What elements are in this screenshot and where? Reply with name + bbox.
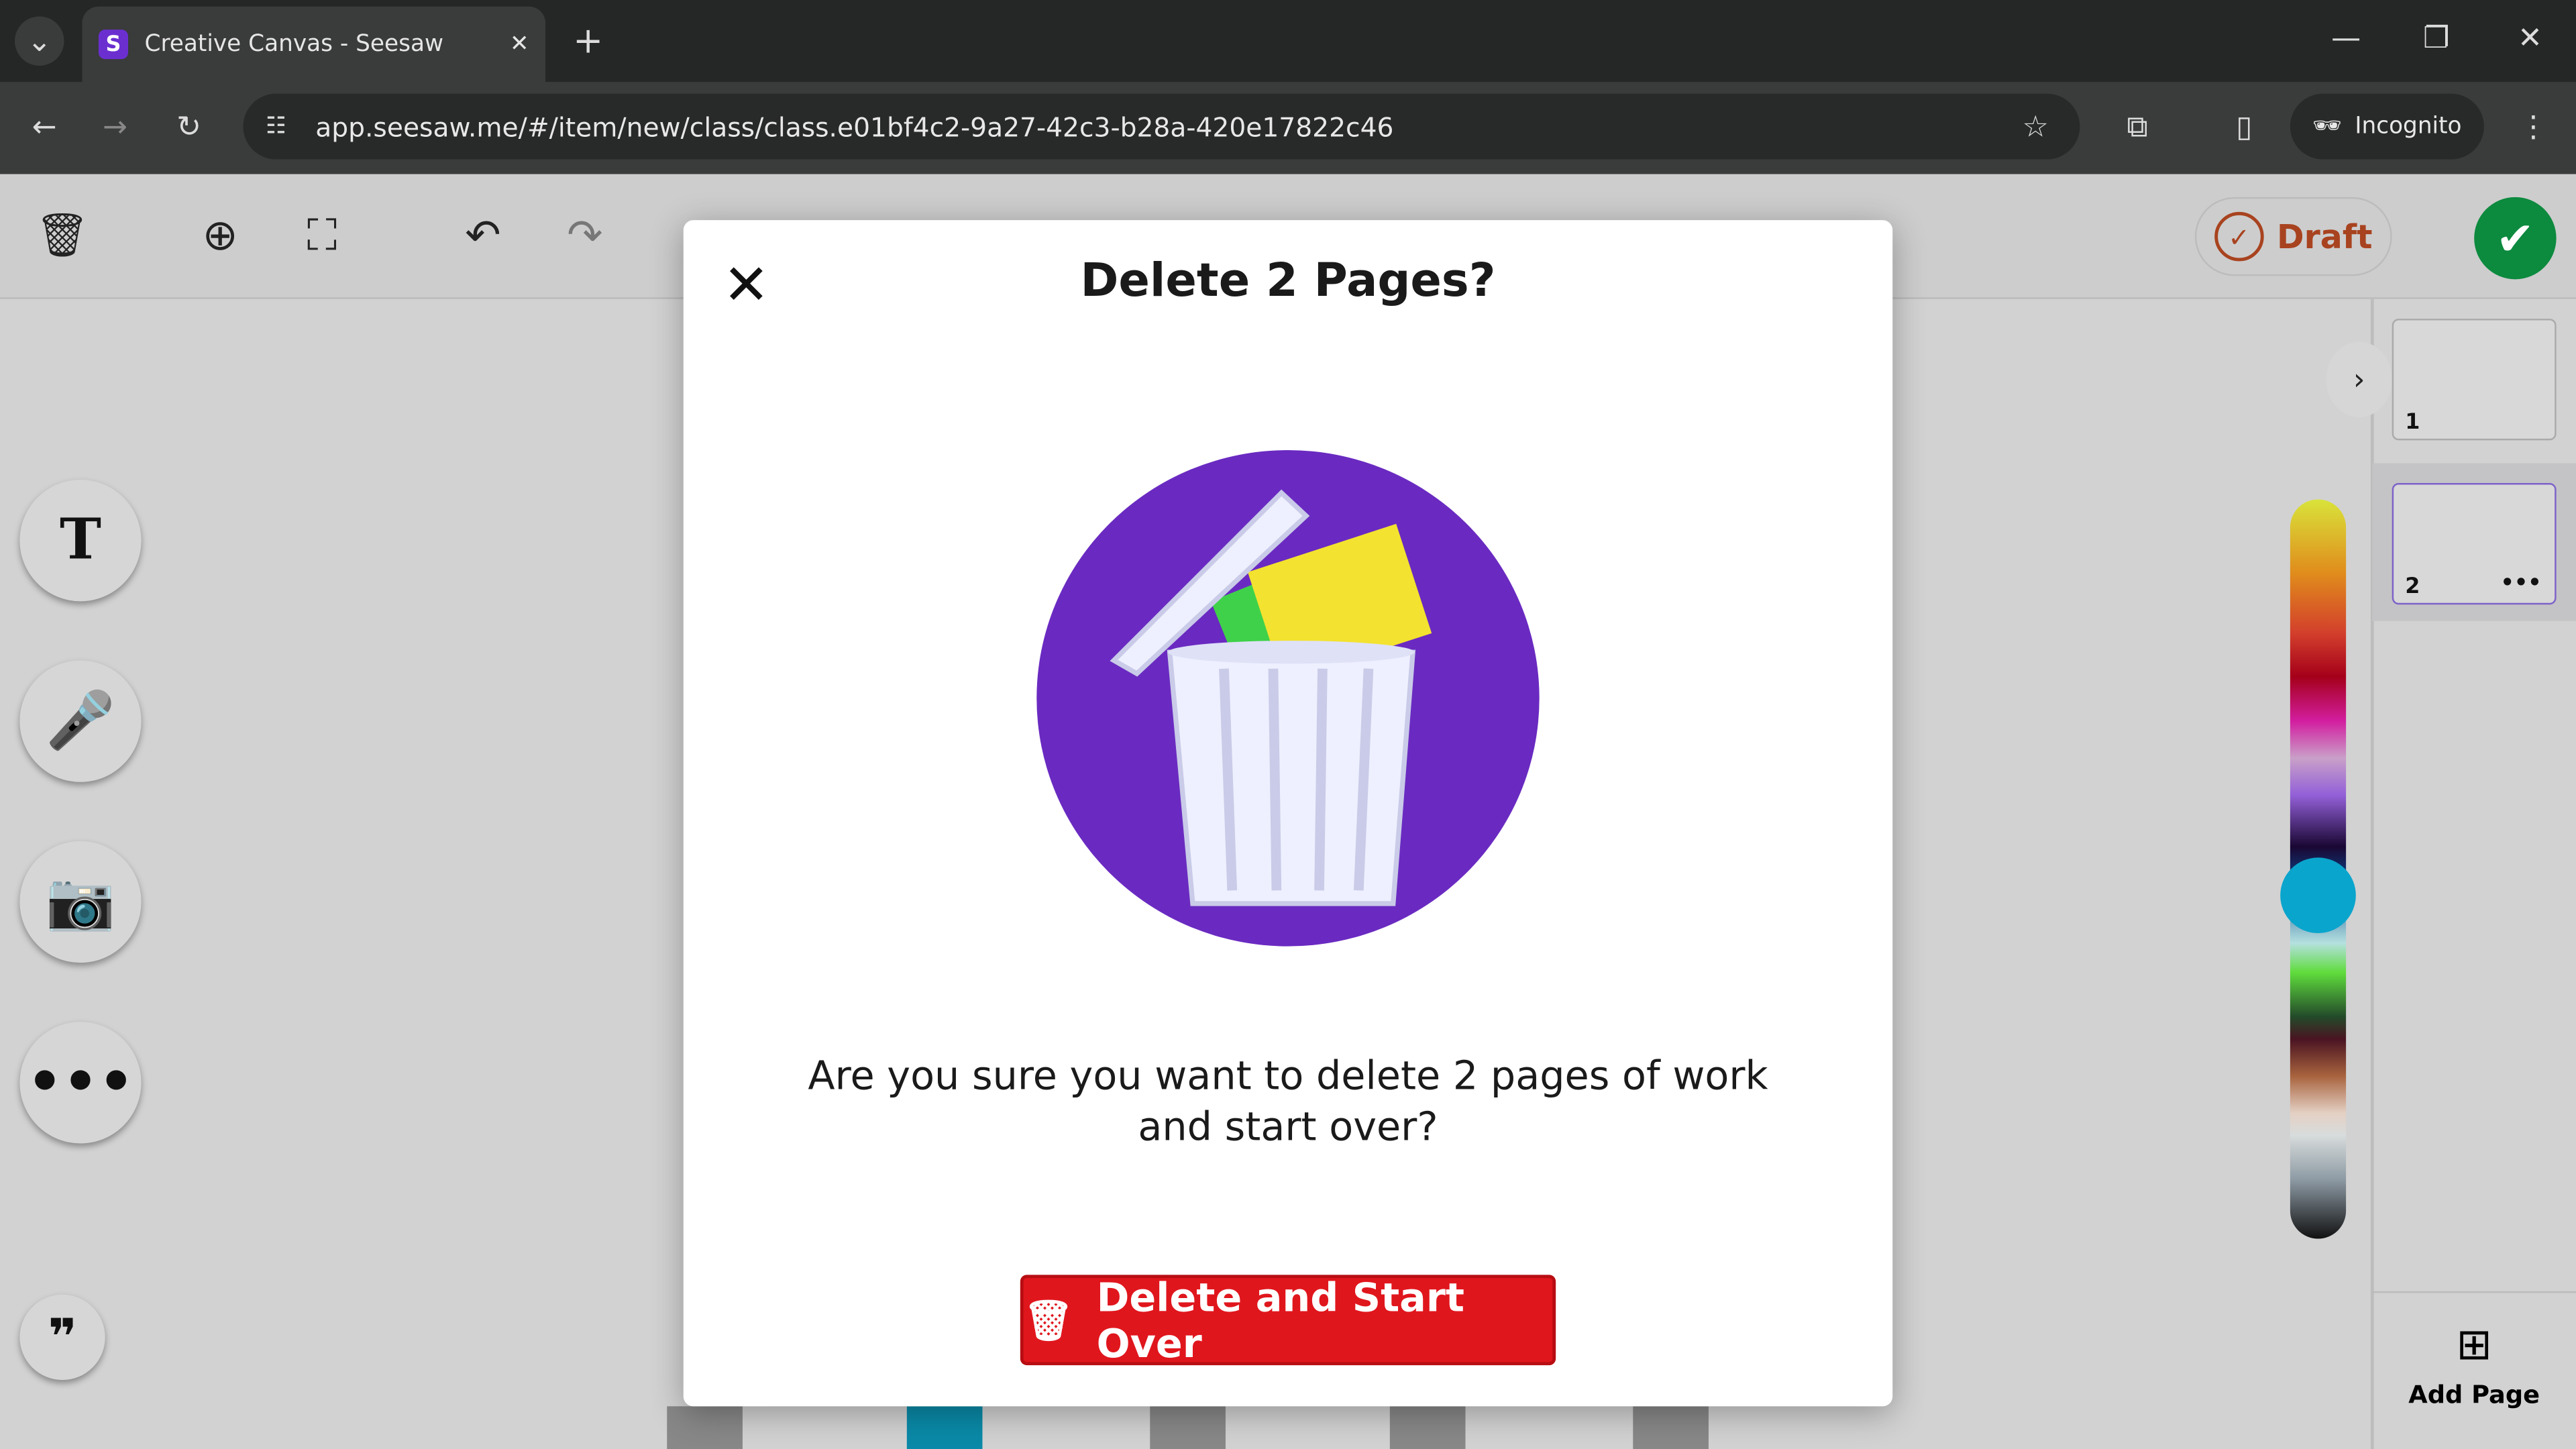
- page-number: 2: [2405, 575, 2420, 600]
- address-bar[interactable]: app.seesaw.me/#/item/new/class/class.e01…: [243, 93, 2080, 160]
- forward-button[interactable]: →: [91, 102, 140, 151]
- incognito-icon: 🕶: [2312, 113, 2342, 140]
- reload-button[interactable]: ↻: [164, 102, 213, 151]
- text-tool-button[interactable]: T: [19, 480, 142, 602]
- canvas-item: [906, 1406, 983, 1449]
- incognito-chip[interactable]: 🕶 Incognito: [2290, 93, 2484, 160]
- camera-tool-button[interactable]: 📷: [19, 841, 142, 963]
- delete-and-start-over-button[interactable]: 🗑 Delete and Start Over: [1020, 1274, 1556, 1366]
- restore-button[interactable]: ❐: [2412, 13, 2461, 62]
- bookmark-star-icon[interactable]: ☆: [2011, 102, 2060, 151]
- tab-title: Creative Canvas - Seesaw: [144, 31, 444, 58]
- dialog-title: Delete 2 Pages?: [1080, 253, 1496, 307]
- page-thumbnail-1[interactable]: 1: [2392, 319, 2557, 441]
- more-tools-button[interactable]: •••: [19, 1022, 142, 1144]
- site-info-icon[interactable]: ☷: [252, 102, 301, 151]
- menu-kebab-icon[interactable]: ⋮: [2509, 102, 2558, 151]
- page-number: 1: [2405, 411, 2420, 435]
- microphone-tool-button[interactable]: 🎤: [19, 660, 142, 782]
- tab-search-button[interactable]: ⌄: [15, 16, 64, 66]
- side-panel-icon[interactable]: ▯: [2220, 102, 2269, 151]
- canvas-item: [1633, 1406, 1709, 1449]
- canvas-item: [1389, 1406, 1466, 1449]
- new-tab-button[interactable]: +: [564, 16, 612, 65]
- close-tab-icon[interactable]: ✕: [510, 32, 529, 58]
- seesaw-favicon: S: [98, 30, 129, 60]
- canvas-item: [1150, 1406, 1226, 1449]
- canvas-item: [667, 1406, 743, 1449]
- trash-illustration: [1036, 450, 1540, 947]
- minimize-button[interactable]: —: [2321, 13, 2370, 62]
- back-button[interactable]: ←: [19, 102, 68, 151]
- confirm-label: Delete and Start Over: [1096, 1274, 1464, 1366]
- color-slider-knob[interactable]: [2280, 857, 2356, 934]
- page-menu-button[interactable]: •••: [2501, 572, 2542, 596]
- page-thumbnail-2[interactable]: 2 •••: [2392, 483, 2557, 605]
- dialog-message: Are you sure you want to delete 2 pages …: [808, 1053, 1768, 1150]
- browser-tab[interactable]: S Creative Canvas - Seesaw ✕: [82, 6, 546, 83]
- close-window-button[interactable]: ✕: [2506, 13, 2555, 62]
- divider: [2372, 1291, 2576, 1293]
- extensions-icon[interactable]: ⧉: [2112, 102, 2161, 151]
- add-page-button[interactable]: ⊞ Add Page: [2372, 1321, 2576, 1409]
- quote-button[interactable]: ❞: [19, 1294, 105, 1381]
- add-page-label: Add Page: [2408, 1380, 2540, 1410]
- url-text: app.seesaw.me/#/item/new/class/class.e01…: [315, 111, 1394, 142]
- draft-label: Draft: [2276, 217, 2373, 257]
- trash-icon: 🗑: [1023, 1297, 1074, 1344]
- profile-label: Incognito: [2355, 113, 2462, 140]
- expand-panel-button[interactable]: ›: [2326, 341, 2392, 418]
- add-page-icon: ⊞: [2456, 1320, 2492, 1371]
